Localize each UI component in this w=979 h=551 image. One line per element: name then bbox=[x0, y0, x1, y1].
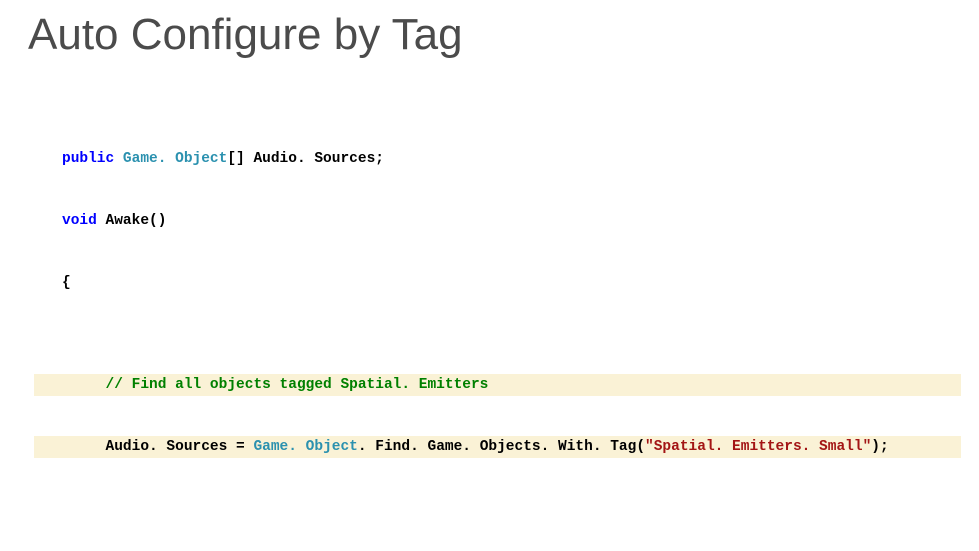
code-text: Audio. Sources = bbox=[106, 439, 254, 455]
code-line-highlight: // Find all objects tagged Spatial. Emit… bbox=[34, 374, 961, 396]
comment: // Find all objects tagged Spatial. Emit… bbox=[106, 377, 489, 393]
code-line: void Awake() bbox=[34, 210, 961, 232]
code-text: Awake() bbox=[97, 213, 167, 229]
type-gameobject: Game. Object bbox=[123, 151, 227, 167]
code-line-blank bbox=[34, 538, 961, 551]
slide: Auto Configure by Tag public Game. Objec… bbox=[0, 0, 979, 551]
brace-open: { bbox=[62, 275, 71, 291]
space bbox=[114, 151, 123, 167]
keyword-void: void bbox=[62, 213, 97, 229]
code-text: ); bbox=[871, 439, 888, 455]
indent bbox=[62, 377, 106, 393]
string-literal: "Spatial. Emitters. Small" bbox=[645, 439, 871, 455]
page-title: Auto Configure by Tag bbox=[28, 10, 951, 60]
code-block: public Game. Object[] Audio. Sources; vo… bbox=[34, 68, 961, 551]
keyword-public: public bbox=[62, 151, 114, 167]
type-gameobject: Game. Object bbox=[253, 439, 357, 455]
code-line-highlight: Audio. Sources = Game. Object. Find. Gam… bbox=[34, 436, 961, 458]
code-text: . Find. Game. Objects. With. Tag( bbox=[358, 439, 645, 455]
code-text: [] Audio. Sources; bbox=[227, 151, 384, 167]
code-line: { bbox=[34, 272, 961, 294]
indent bbox=[62, 439, 106, 455]
code-line: public Game. Object[] Audio. Sources; bbox=[34, 148, 961, 170]
